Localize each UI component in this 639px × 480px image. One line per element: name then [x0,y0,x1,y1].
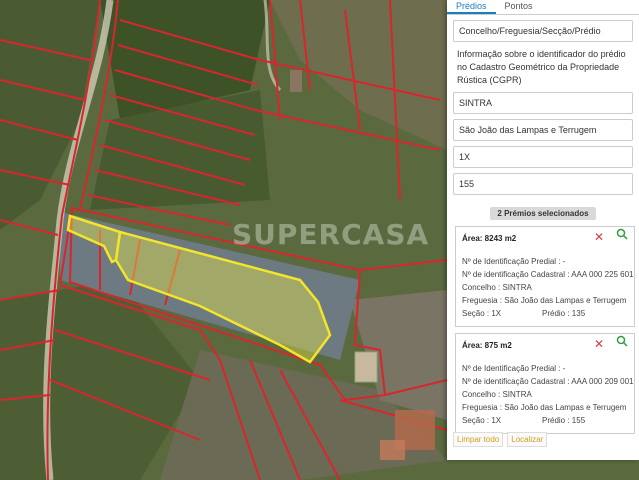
close-icon[interactable]: ✕ [594,230,604,244]
parcel-predio: Prédio : 135 [542,309,586,318]
parcel-freguesia: Freguesia : São João das Lampas e Terrug… [462,403,627,412]
parcel-seccao: Seção : 1X [462,416,502,425]
parcel-concelho: Concelho : SINTRA [462,390,532,399]
parcel-cadastral-id: Nº de identificação Cadastral : AAA 000 … [462,270,634,279]
selected-count-header: 2 Prémios selecionados [490,207,596,220]
parcel-predial-id: Nº de Identificação Predial : - [462,364,566,373]
panel-footer: Limpar todo Localizar [453,432,548,447]
parcel-concelho: Concelho : SINTRA [462,283,532,292]
freguesia-field[interactable]: São João das Lampas e Terrugem [453,119,633,141]
locate-button[interactable]: Localizar [507,432,548,447]
cgpr-info-text: Informação sobre o identificador do préd… [457,49,626,85]
parcel-search-panel: Prédios Pontos Concelho/Freguesia/Secção… [447,0,639,460]
close-icon[interactable]: ✕ [594,337,604,351]
parcel-predio: Prédio : 155 [542,416,586,425]
zoom-search-icon[interactable] [616,228,628,242]
parcel-seccao: Seção : 1X [462,309,502,318]
concelho-field[interactable]: SINTRA [453,92,633,114]
panel-tabs: Prédios Pontos [447,0,639,15]
tab-pontos[interactable]: Pontos [496,0,542,14]
parcel-predial-id: Nº de Identificação Predial : - [462,257,566,266]
watermark-text: SUPERCASA [232,218,430,251]
tab-predios[interactable]: Prédios [447,0,496,14]
parcel-area: Área: 875 m2 [462,341,512,350]
zoom-search-icon[interactable] [616,335,628,349]
predio-field[interactable]: 155 [453,173,633,195]
parcel-cadastral-id: Nº de identificação Cadastral : AAA 000 … [462,377,634,386]
clear-all-button[interactable]: Limpar todo [453,432,504,447]
search-mode-select[interactable]: Concelho/Freguesia/Secção/Prédio [453,20,633,42]
parcel-card: Área: 8243 m2 ✕ Nº de Identificação Pred… [455,226,635,327]
parcel-freguesia: Freguesia : São João das Lampas e Terrug… [462,296,627,305]
seccao-field[interactable]: 1X [453,146,633,168]
parcel-card: Área: 875 m2 ✕ Nº de Identificação Predi… [455,333,635,434]
parcel-area: Área: 8243 m2 [462,234,517,243]
